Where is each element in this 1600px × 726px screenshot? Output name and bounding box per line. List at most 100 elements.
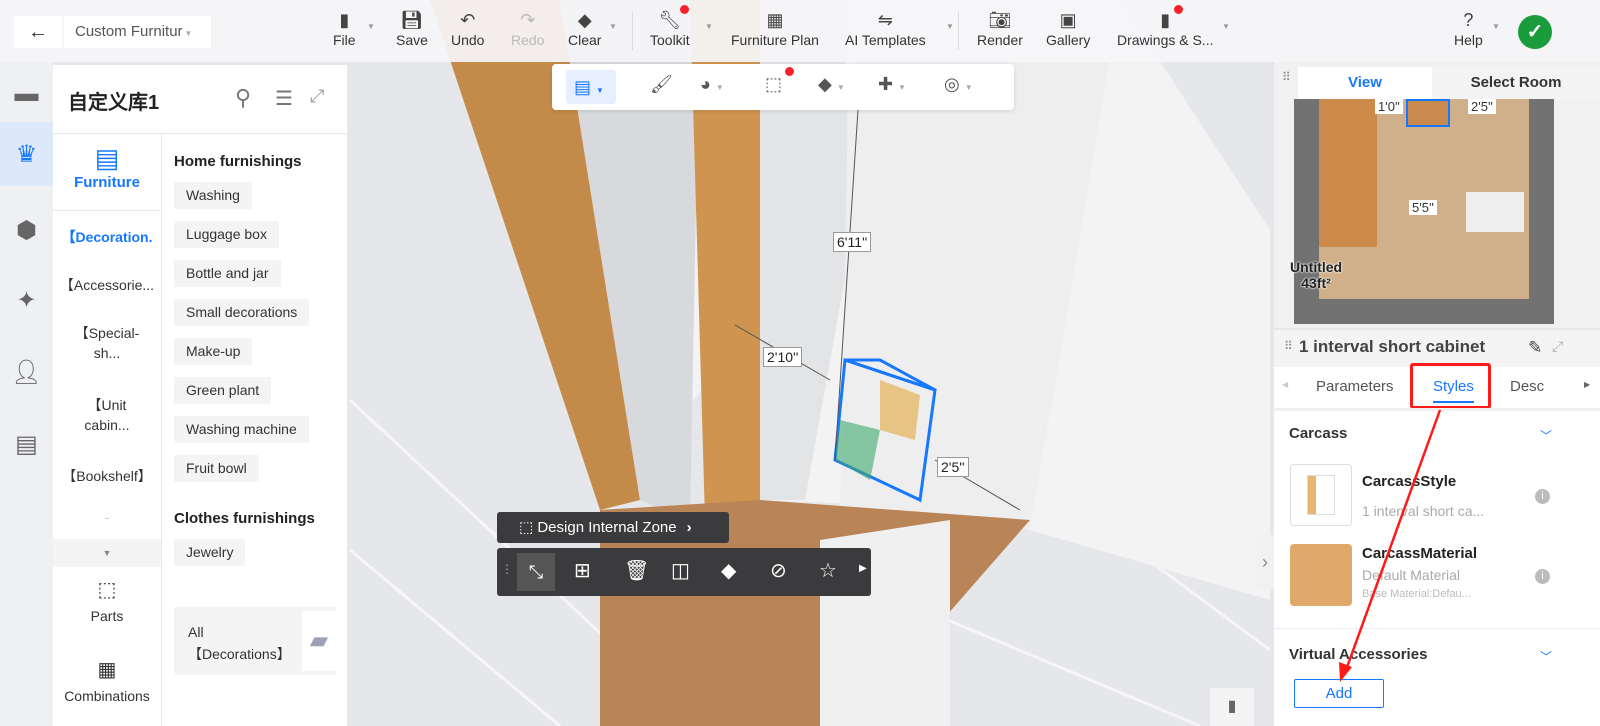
drag-handle-icon[interactable]: ⠿ [1284, 339, 1293, 353]
dimension-label: 5'5'' [1409, 200, 1437, 215]
user-icon[interactable]: 👤︎ [0, 340, 53, 404]
toolkit-button[interactable]: 🔧︎ Toolkit [650, 8, 690, 48]
section-title: Clothes furnishings [174, 510, 315, 527]
clipboard-icon[interactable]: ▮ [1210, 688, 1254, 726]
tag[interactable]: Small decorations [174, 299, 310, 326]
tab-furniture[interactable]: ▤ Furniture [53, 135, 161, 211]
list-icon[interactable]: ☰ [275, 86, 293, 111]
category-item[interactable]: - [53, 507, 161, 527]
render-button[interactable]: 📷︎ Render [977, 8, 1023, 48]
search-icon[interactable]: ⚲ [235, 85, 251, 111]
collapse-panel-button[interactable]: › [1255, 535, 1275, 589]
eraser-tool-icon[interactable]: ◆ ▼ [818, 74, 845, 95]
object-title: 1 interval short cabinet [1299, 337, 1486, 356]
expand-icon[interactable]: ⤢ [1552, 338, 1563, 355]
tag[interactable]: Luggage box [174, 221, 279, 248]
chevron-down-icon[interactable]: ﹀ [1540, 648, 1552, 665]
tab-combinations[interactable]: ▦ Combinations [53, 657, 161, 704]
furniture-plan-button[interactable]: ▦ Furniture Plan [731, 8, 819, 48]
design-internal-zone-button[interactable]: ⬚ Design Internal Zone › [497, 512, 729, 543]
tag[interactable]: Washing [174, 182, 252, 209]
zone-icon[interactable]: ⬚ [765, 74, 782, 95]
drag-handle-icon[interactable]: ⋮ [501, 562, 513, 576]
tag[interactable]: Washing machine [174, 416, 309, 443]
more-icon[interactable]: ▶ [859, 563, 867, 574]
chevron-down-icon[interactable]: ﹀ [1540, 427, 1552, 444]
dimension-label: 2'10'' [763, 347, 803, 367]
badge-icon[interactable]: ⬢ [0, 198, 53, 262]
tag[interactable]: Jewelry [174, 539, 246, 566]
back-button[interactable]: ← [14, 16, 62, 48]
clear-button[interactable]: ◆ Clear [568, 8, 601, 48]
camera-icon: 📷︎ [988, 10, 1012, 30]
tag[interactable]: Bottle and jar [174, 260, 281, 287]
library-panel: 自定义库1 ⚲ ☰ ⤢ ▤ Furniture 【Decoration. 【Ac… [53, 65, 347, 726]
gallery-button[interactable]: ▣ Gallery [1046, 8, 1090, 48]
delete-icon[interactable]: 🗑︎ [624, 558, 649, 583]
category-item[interactable]: 【Special-sh... [53, 323, 161, 363]
add-button[interactable]: Add [1294, 679, 1384, 708]
tag[interactable]: Green plant [174, 377, 272, 404]
undo-button[interactable]: ↶ Undo [451, 8, 484, 48]
dimension-label: 6'11'' [833, 232, 872, 252]
object-toolbar: ⋮ ⤡ ⊞ 🗑︎ ◫ ◆ ⊘ ☆ ▶ [497, 548, 871, 596]
arrow-left-icon: ← [28, 21, 48, 43]
scroll-down-button[interactable]: ▼ [53, 539, 161, 567]
cabinet-icon[interactable]: ▤ [0, 412, 53, 476]
paint-icon[interactable]: ◆ [721, 558, 736, 583]
tab-parts[interactable]: ⬚ Parts [53, 577, 161, 624]
mirror-icon[interactable]: ◫ [671, 558, 690, 583]
view-2d-icon[interactable]: ⊘ [770, 558, 787, 583]
target-icon[interactable]: ◎ ▼ [944, 74, 973, 95]
select-tool-button[interactable]: ▤ ▼ [566, 70, 616, 104]
floating-toolbar: ▤ ▼ 🖌︎ ◕ ▼ ⬚ ◆ ▼ ✚ ▼ ◎ ▼ [552, 64, 1014, 110]
crown-icon[interactable]: ♛ [0, 122, 53, 186]
gallery-icon: ▣ [1059, 10, 1077, 30]
tab-styles[interactable]: Styles [1433, 378, 1474, 403]
dimension-label: 1'0'' [1375, 99, 1403, 114]
paint-brush-icon[interactable]: 🖌︎ [650, 74, 673, 95]
tab-scroll-left-icon[interactable]: ◀ [1282, 380, 1288, 389]
tab-scroll-right-icon[interactable]: ▶ [1584, 380, 1590, 389]
check-icon[interactable]: ✓ [1518, 15, 1552, 49]
drawings-button[interactable]: ▮ Drawings & S... [1117, 8, 1213, 48]
help-button[interactable]: ? Help [1454, 8, 1483, 48]
resize-icon[interactable]: ⤡ [517, 553, 555, 591]
puzzle-icon[interactable]: ✚ ▼ [878, 74, 906, 95]
design-name: Custom Furnitur [75, 23, 183, 40]
tag[interactable]: Make-up [174, 338, 253, 365]
design-name-dropdown[interactable]: Custom Furnitur ▼ [64, 16, 211, 48]
expand-icon[interactable]: ⤢ [310, 86, 324, 107]
undo-icon: ↶ [460, 10, 476, 30]
model-icon[interactable]: ✦ [0, 268, 53, 332]
category-item[interactable]: 【Accessorie... [53, 275, 161, 295]
save-button[interactable]: 💾︎ Save [396, 8, 428, 48]
edit-icon[interactable]: ✎ [1528, 338, 1542, 358]
tag[interactable]: Fruit bowl [174, 455, 259, 482]
room-label[interactable]: Untitled 43ft² [1290, 259, 1342, 291]
redo-button[interactable]: ↷ Redo [511, 8, 544, 48]
floor-plan[interactable]: 1'0'' 2'5'' 5'5'' Untitled 43ft² [1290, 99, 1554, 324]
category-item[interactable]: 【Unit cabin... [53, 395, 161, 435]
tab-desc[interactable]: Desc [1510, 378, 1544, 395]
all-decorations-card[interactable]: All 【Decorations】 ▰ [174, 607, 336, 675]
combinations-icon: ▦ [97, 659, 117, 681]
sofa-icon[interactable]: ▬ [0, 62, 53, 126]
info-icon[interactable]: i [1535, 489, 1550, 504]
category-item[interactable]: 【Bookshelf】 [53, 466, 161, 486]
category-item[interactable]: 【Decoration. [53, 227, 161, 247]
palette-icon[interactable]: ◕ ▼ [700, 74, 724, 95]
tab-view[interactable]: View [1298, 67, 1432, 99]
ai-icon: ⇋ [877, 10, 893, 30]
file-button[interactable]: ▮ File [333, 8, 356, 48]
carcass-material-thumbnail[interactable] [1290, 544, 1352, 606]
add-copy-icon[interactable]: ⊞ [574, 558, 591, 583]
tab-select-room[interactable]: Select Room [1432, 67, 1600, 99]
ai-templates-button[interactable]: ⇋ AI Templates [845, 8, 926, 48]
carcass-style-thumbnail[interactable] [1290, 464, 1352, 526]
drag-handle-icon[interactable]: ⠿ [1282, 70, 1291, 84]
info-icon[interactable]: i [1535, 569, 1550, 584]
item-sub: Base Material:Defau... [1362, 588, 1471, 600]
tab-parameters[interactable]: Parameters [1316, 378, 1394, 395]
star-icon[interactable]: ☆ [819, 558, 837, 583]
